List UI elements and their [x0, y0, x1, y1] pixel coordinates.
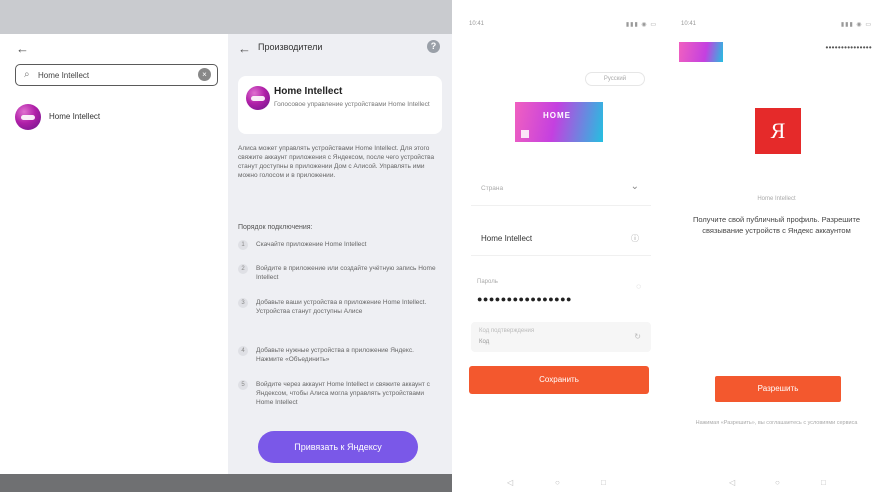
nav-recent-icon[interactable]: □ [821, 478, 826, 487]
permission-text: Получите свой публичный профиль. Разреши… [692, 215, 861, 235]
help-icon[interactable]: ? [427, 40, 440, 53]
nav-back-icon[interactable]: ◁ [507, 478, 513, 487]
search-box[interactable]: ⌕ × [15, 64, 218, 86]
code-value: Код [479, 339, 490, 345]
yandex-logo: Я [755, 108, 801, 154]
status-time: 10:41 [469, 21, 485, 27]
eye-icon[interactable]: ◌ [636, 282, 641, 291]
password-mask: ••••••••••••••• [825, 43, 872, 52]
screen-search: ← ⌕ × Home Intellect [0, 0, 228, 492]
manufacturer-name: Home Intellect [274, 86, 343, 97]
step-number: 1 [238, 240, 248, 250]
intro-text: Алиса может управлять устройствами Home … [238, 145, 435, 179]
step-number: 3 [238, 298, 248, 308]
screen-login: 10:41 ▮▮▮ ◉ ▭ Русский HOME Страна ⌄ Home… [463, 0, 663, 492]
back-icon[interactable]: ← [16, 42, 29, 55]
search-icon: ⌕ [24, 69, 30, 80]
password-input[interactable]: ●●●●●●●●●●●●●●●● [477, 294, 572, 304]
language-selector[interactable]: Русский [585, 72, 645, 86]
manufacturer-description: Голосовое управление устройствами Home I… [274, 101, 430, 108]
steps-title: Порядок подключения: [238, 224, 313, 231]
bottom-strip [228, 474, 452, 492]
nav-back-icon[interactable]: ◁ [729, 478, 735, 487]
nav-home-icon[interactable]: ○ [555, 478, 560, 487]
step-text: Войдите через аккаунт Home Intellect и с… [256, 381, 430, 406]
system-nav-bar: ◁ ○ □ [675, 478, 878, 492]
info-icon: ⓘ [631, 234, 639, 243]
service-caption: Home Intellect [757, 196, 796, 202]
screen-manufacturer: ← Производители ? Home Intellect Голосов… [228, 0, 452, 492]
country-placeholder: Страна [481, 185, 504, 192]
step-text: Добавьте ваши устройства в приложение Ho… [256, 299, 427, 315]
step-number: 4 [238, 346, 248, 356]
clear-icon[interactable]: × [198, 68, 211, 81]
step-number: 2 [238, 264, 248, 274]
status-icons: ▮▮▮ ◉ ▭ [625, 22, 657, 28]
step-number: 5 [238, 380, 248, 390]
step-text: Добавьте нужные устройства в приложение … [256, 347, 414, 363]
status-bar: 10:41 ▮▮▮ ◉ ▭ [463, 18, 663, 32]
top-strip [228, 0, 452, 34]
screen-yandex-auth: 10:41 ▮▮▮ ◉ ▭ ••••••••••••••• Я Home Int… [675, 0, 878, 492]
country-select[interactable]: Страна ⌄ [471, 172, 651, 206]
code-field[interactable]: Код подтверждения Код ↻ [471, 322, 651, 352]
top-strip [0, 0, 228, 34]
step-text: Войдите в приложение или создайте учётну… [256, 265, 436, 281]
page-title: Производители [258, 42, 323, 52]
account-value: Home Intellect [481, 234, 533, 243]
password-label: Пароль [477, 279, 498, 285]
nav-recent-icon[interactable]: □ [601, 478, 606, 487]
legal-text: Нажимая «Разрешить», вы соглашаетесь с у… [695, 420, 858, 426]
nav-home-icon[interactable]: ○ [775, 478, 780, 487]
status-bar: 10:41 ▮▮▮ ◉ ▭ [675, 18, 878, 32]
search-result-item[interactable]: Home Intellect [15, 104, 215, 130]
account-field[interactable]: Home Intellect ⓘ [471, 222, 651, 256]
home-intellect-logo [246, 86, 270, 110]
manufacturer-card: Home Intellect Голосовое управление устр… [238, 76, 442, 134]
brand-banner [679, 42, 723, 62]
brand-banner: HOME [515, 102, 603, 142]
save-button[interactable]: Сохранить [469, 366, 649, 394]
connect-yandex-button[interactable]: Привязать к Яндексу [258, 431, 418, 463]
bottom-strip [0, 474, 228, 492]
step-text: Скачайте приложение Home Intellect [256, 241, 367, 248]
search-result-label: Home Intellect [49, 112, 101, 121]
system-nav-bar: ◁ ○ □ [463, 478, 663, 492]
status-icons: ▮▮▮ ◉ ▭ [840, 22, 872, 28]
banner-mark [521, 130, 529, 138]
search-input[interactable] [38, 68, 188, 82]
back-icon[interactable]: ← [238, 42, 251, 55]
allow-button[interactable]: Разрешить [715, 376, 841, 402]
banner-text: HOME [543, 111, 571, 120]
home-intellect-logo [15, 104, 41, 130]
status-time: 10:41 [681, 21, 697, 27]
refresh-icon[interactable]: ↻ [634, 332, 641, 341]
chevron-down-icon: ⌄ [630, 181, 639, 192]
code-label: Код подтверждения [479, 328, 535, 334]
